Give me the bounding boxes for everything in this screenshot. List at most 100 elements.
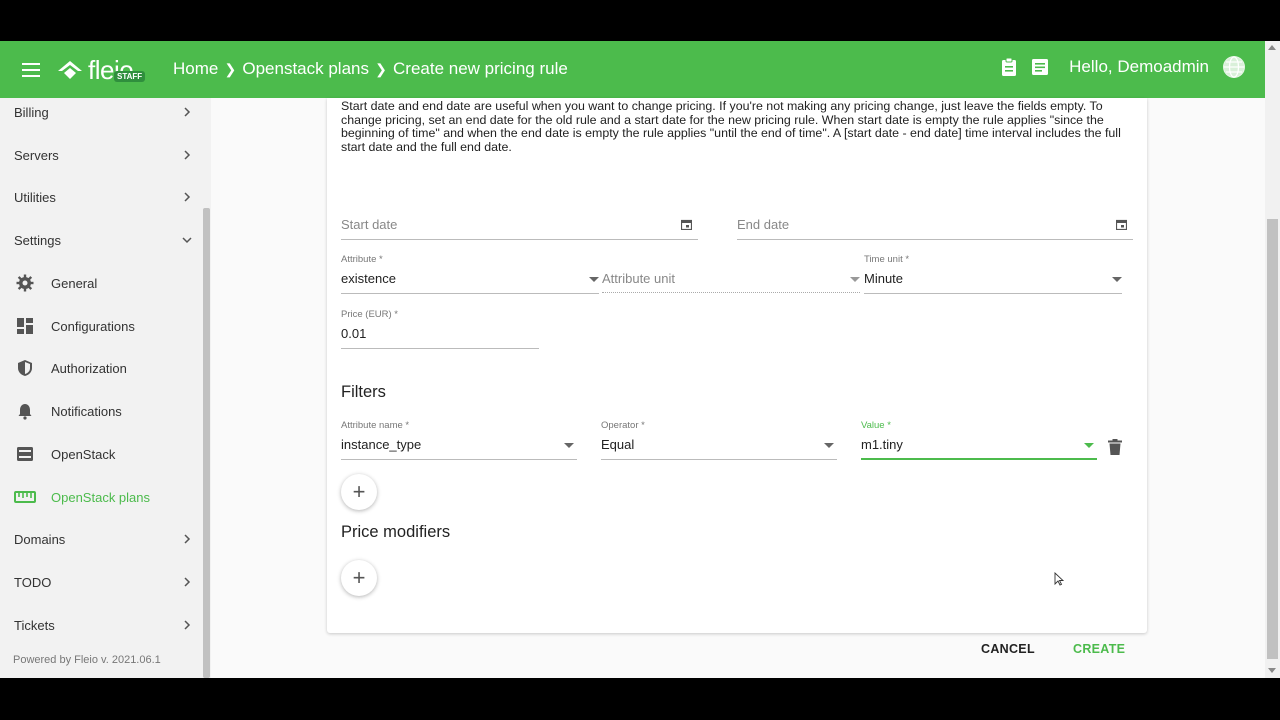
user-greeting[interactable]: Hello, Demoadmin [1069,57,1209,77]
filter-value-label: Value * [861,420,891,431]
sidebar-item-utilities[interactable]: Utilities [0,177,200,217]
sidebar-item-label: Notifications [51,403,122,419]
globe-icon[interactable] [1223,56,1245,78]
filter-attribute-name-label: Attribute name * [341,420,410,431]
time-unit-value: Minute [864,271,904,286]
filter-attribute-name-value: instance_type [341,437,422,452]
filter-operator-label: Operator * [601,420,645,431]
sidebar-item-label: OpenStack [51,446,116,462]
filter-operator-value: Equal [601,437,635,452]
sidebar-item-authorization[interactable]: Authorization [0,348,200,388]
sidebar-item-openstack-plans[interactable]: OpenStack plans [0,477,200,517]
add-filter-button[interactable]: + [341,474,377,510]
chevron-right-icon [184,107,191,117]
menu-icon[interactable] [20,60,42,80]
add-price-modifier-button[interactable]: + [341,560,377,596]
filter-value-select[interactable]: Value * m1.tiny [861,420,1097,460]
attribute-select[interactable]: Attribute * existence [341,254,599,294]
plus-icon: + [352,479,366,504]
bell-icon [16,402,34,420]
filters-title: Filters [341,383,386,401]
server-icon [16,445,34,463]
sidebar-item-configurations[interactable]: Configurations [0,306,200,346]
price-modifiers-title: Price modifiers [341,523,451,541]
dropdown-arrow-icon [564,443,574,448]
notes-icon[interactable] [1030,57,1050,77]
filter-operator-select[interactable]: Operator * Equal [601,420,837,460]
filter-value-value: m1.tiny [861,437,903,452]
sidebar-item-todo[interactable]: TODO [0,562,200,602]
sidebar-item-servers[interactable]: Servers [0,135,200,175]
sidebar-item-label: General [51,275,98,291]
chevron-right-icon: ❯ [224,60,237,77]
sidebar-item-billing[interactable]: Billing [0,92,200,132]
shield-icon [16,359,34,377]
cancel-button[interactable]: CANCEL [981,642,1035,656]
pricing-rule-form: Start date and end date are useful when … [327,98,1147,656]
app-window: fleio STAFF Home ❯ Openstack plans ❯ Cre… [0,41,1280,678]
sidebar-item-label: TODO [14,574,52,590]
chevron-right-icon [184,150,191,160]
plus-icon: + [352,565,366,590]
filter-attribute-name-select[interactable]: Attribute name * instance_type [341,420,577,460]
breadcrumb-openstack-plans[interactable]: Openstack plans [242,59,369,79]
sidebar-item-tickets[interactable]: Tickets [0,605,200,645]
chevron-right-icon [184,577,191,587]
time-unit-select[interactable]: Time unit * Minute [864,254,1122,294]
trash-icon[interactable] [1108,439,1122,455]
sidebar-scrollbar[interactable] [203,208,210,678]
time-unit-label: Time unit * [864,254,910,265]
sidebar-item-label: Billing [14,104,49,120]
staff-badge: STAFF [114,71,146,82]
chevron-down-icon [182,237,192,244]
end-date-field[interactable]: End date [737,216,1133,240]
attribute-value: existence [341,271,396,286]
clipboard-icon[interactable] [999,57,1019,77]
calendar-icon[interactable] [1116,219,1127,230]
sidebar-item-domains[interactable]: Domains [0,519,200,559]
sidebar: Billing Servers Utilities Settings Gener… [0,98,211,678]
logo[interactable]: fleio STAFF [56,55,146,85]
sidebar-item-label: Tickets [14,617,55,633]
mouse-cursor-icon [1054,572,1064,586]
powered-by-text: Powered by Fleio v. 2021.06.1 [13,654,161,666]
sidebar-item-general[interactable]: General [0,263,200,303]
sidebar-item-label: Utilities [14,189,56,205]
date-help-text: Start date and end date are useful when … [341,99,1121,155]
calendar-icon[interactable] [681,219,692,230]
attribute-unit-select[interactable]: Attribute unit [602,254,860,294]
price-label: Price (EUR) * [341,309,399,320]
price-input[interactable]: Price (EUR) * 0.01 [341,309,539,349]
price-value: 0.01 [341,326,367,341]
breadcrumb-home[interactable]: Home [173,59,218,79]
sidebar-item-openstack[interactable]: OpenStack [0,434,200,474]
dropdown-arrow-icon [1112,277,1122,282]
chevron-right-icon: ❯ [375,60,387,77]
top-bar: fleio STAFF Home ❯ Openstack plans ❯ Cre… [0,41,1265,98]
dropdown-arrow-icon [1084,443,1094,448]
gear-icon [16,274,34,292]
main-scrollbar-thumb[interactable] [1267,219,1278,659]
breadcrumb: Home ❯ Openstack plans ❯ Create new pric… [173,59,568,79]
sidebar-item-notifications[interactable]: Notifications [0,391,200,431]
chevron-right-icon [184,192,191,202]
create-button[interactable]: CREATE [1073,642,1125,656]
start-date-field[interactable]: Start date [341,216,698,240]
end-date-placeholder: End date [737,217,790,232]
start-date-placeholder: Start date [341,217,398,232]
sidebar-item-label: Authorization [51,360,127,376]
sidebar-item-settings[interactable]: Settings [0,220,200,260]
sidebar-item-label: Settings [14,232,61,248]
scroll-up-arrow-icon[interactable] [1268,45,1276,50]
sidebar-item-label: Servers [14,147,59,163]
dropdown-arrow-icon [824,443,834,448]
scroll-down-arrow-icon[interactable] [1268,668,1276,673]
dropdown-arrow-icon [589,277,599,282]
breadcrumb-current: Create new pricing rule [393,59,568,78]
chevron-right-icon [184,620,191,630]
dropdown-arrow-icon [850,277,860,282]
sidebar-item-label: OpenStack plans [51,489,151,505]
dashboard-icon [16,317,34,335]
attribute-unit-placeholder: Attribute unit [602,271,675,286]
ruler-icon [14,488,36,506]
